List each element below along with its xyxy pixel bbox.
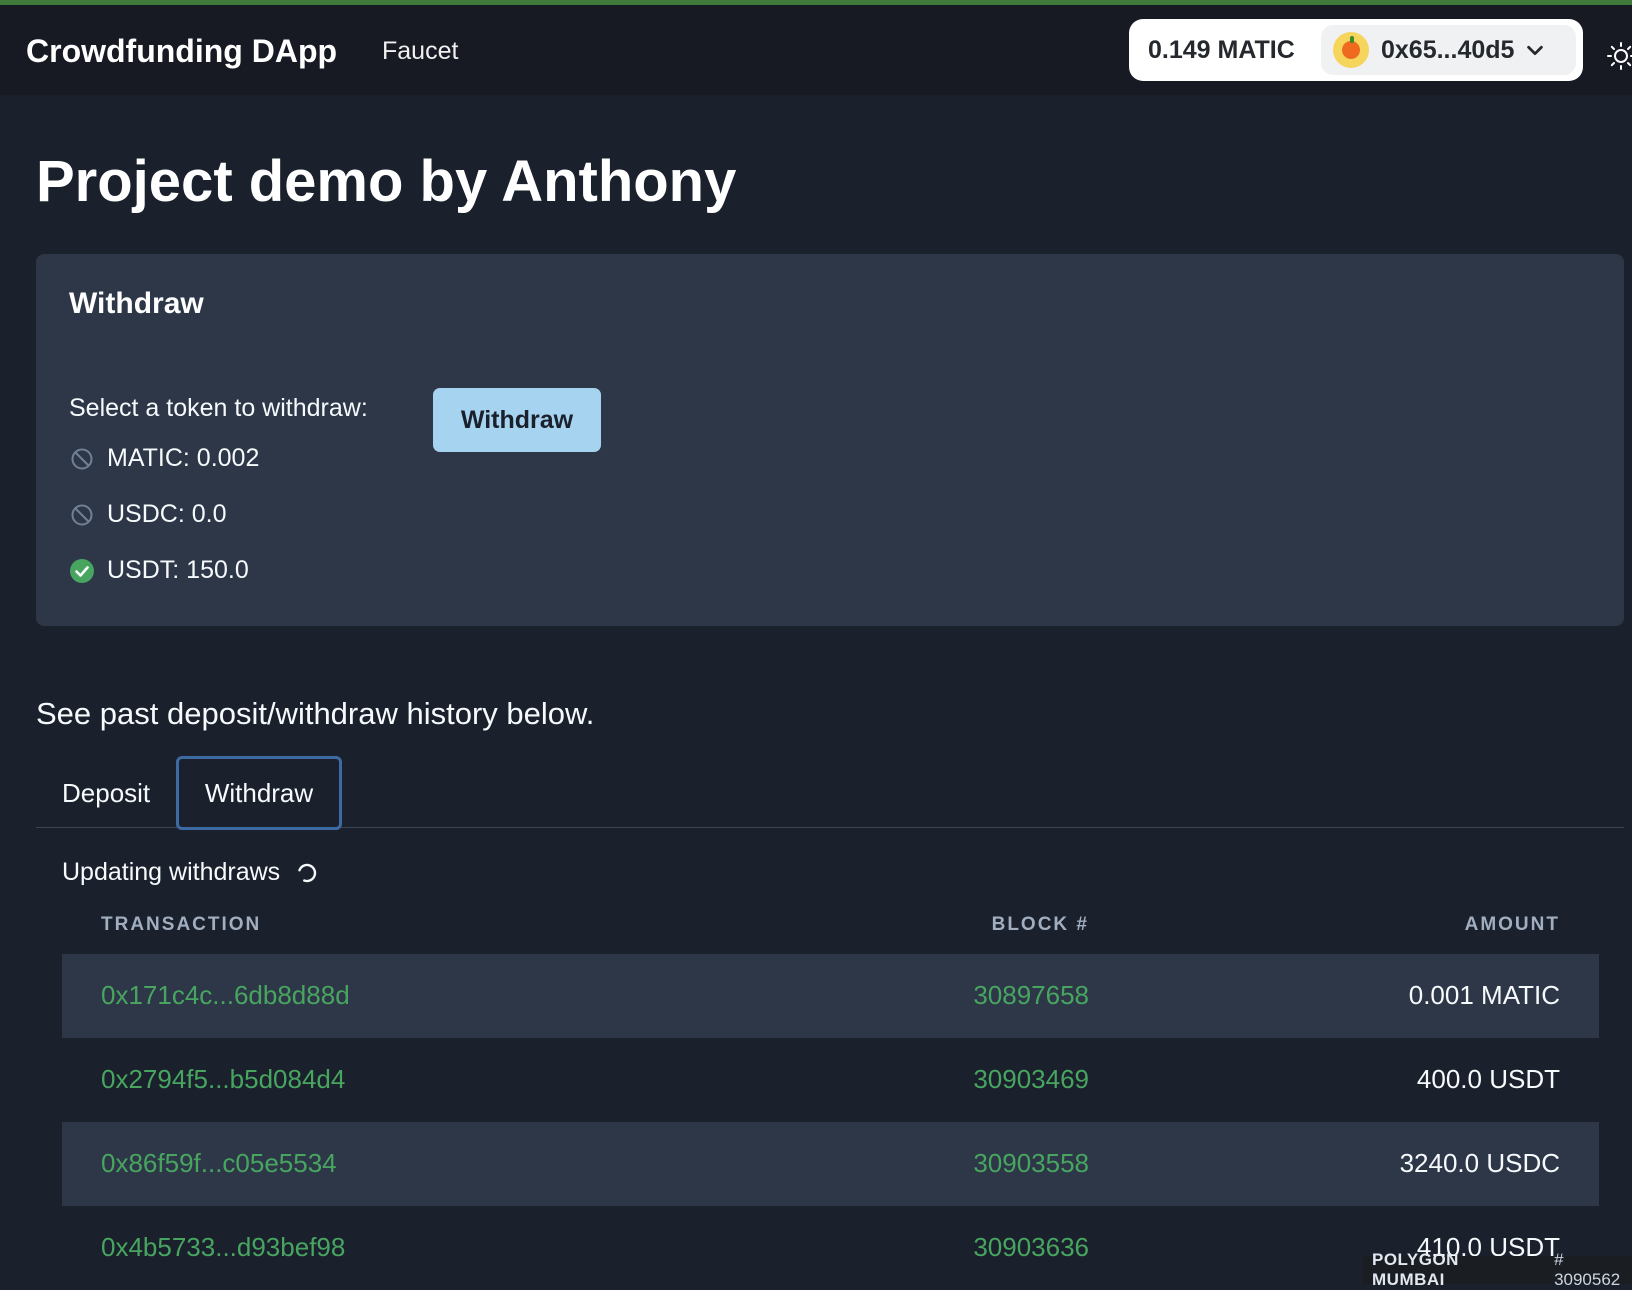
network-block-number: # 3090562 — [1554, 1250, 1621, 1289]
tab-withdraw[interactable]: Withdraw — [176, 756, 342, 830]
withdraw-card-title: Withdraw — [69, 287, 204, 320]
navbar: Crowdfunding DApp Faucet 0.149 MATIC 0x6… — [0, 5, 1632, 95]
table-row: 0x171c4c...6db8d88d 30897658 0.001 MATIC — [62, 954, 1599, 1038]
withdraw-button[interactable]: Withdraw — [433, 388, 601, 452]
history-tabs: Deposit Withdraw — [36, 756, 1624, 830]
transaction-link[interactable]: 0x2794f5...b5d084d4 — [101, 1064, 345, 1095]
history-note: See past deposit/withdraw history below. — [36, 696, 595, 731]
column-header-block: BLOCK # — [991, 914, 1089, 935]
transaction-link[interactable]: 0x4b5733...d93bef98 — [101, 1232, 345, 1263]
transaction-link[interactable]: 0x171c4c...6db8d88d — [101, 980, 350, 1011]
block-link[interactable]: 30903558 — [973, 1148, 1089, 1179]
avatar — [1333, 32, 1369, 68]
table-header: TRANSACTION BLOCK # AMOUNT — [62, 900, 1599, 954]
chevron-down-icon — [1527, 45, 1544, 56]
token-option-label: USDC: 0.0 — [107, 500, 227, 528]
token-option-usdt[interactable]: USDT: 150.0 — [69, 556, 249, 585]
wallet-account-button[interactable]: 0x65...40d5 — [1321, 25, 1576, 75]
amount-cell: 0.001 MATIC — [1408, 980, 1560, 1010]
disabled-icon — [71, 504, 93, 525]
disabled-icon — [71, 448, 93, 469]
updating-status-text: Updating withdraws — [62, 858, 281, 886]
sun-icon[interactable] — [1606, 41, 1632, 71]
token-option-label: MATIC: 0.002 — [107, 444, 260, 472]
wallet-address: 0x65...40d5 — [1381, 35, 1515, 64]
tab-deposit[interactable]: Deposit — [62, 758, 150, 828]
peach-icon — [1342, 36, 1360, 59]
history-table: TRANSACTION BLOCK # AMOUNT 0x171c4c...6d… — [62, 900, 1599, 1290]
network-badge: POLYGON MUMBAI # 3090562 — [1362, 1250, 1632, 1289]
brand-logo-text[interactable]: Crowdfunding DApp — [26, 33, 337, 70]
withdraw-card: Withdraw Select a token to withdraw: MAT… — [36, 254, 1624, 626]
wallet-connect-button[interactable]: 0.149 MATIC 0x65...40d5 — [1129, 19, 1583, 81]
column-header-transaction: TRANSACTION — [101, 914, 262, 935]
amount-cell: 400.0 USDT — [1416, 1064, 1560, 1094]
network-name: POLYGON MUMBAI — [1372, 1250, 1459, 1289]
token-option-usdc[interactable]: USDC: 0.0 — [69, 500, 226, 529]
amount-cell: 3240.0 USDC — [1399, 1148, 1560, 1178]
token-option-label: USDT: 150.0 — [107, 556, 249, 584]
table-row: 0x86f59f...c05e5534 30903558 3240.0 USDC — [62, 1122, 1599, 1206]
column-header-amount: AMOUNT — [1464, 914, 1560, 935]
spinner-icon — [298, 863, 317, 882]
block-link[interactable]: 30903636 — [973, 1232, 1089, 1263]
select-token-label: Select a token to withdraw: — [69, 394, 368, 422]
check-circle-icon — [70, 558, 94, 583]
table-row: 0x2794f5...b5d084d4 30903469 400.0 USDT — [62, 1038, 1599, 1122]
block-link[interactable]: 30897658 — [973, 980, 1089, 1011]
nav-link-faucet[interactable]: Faucet — [382, 37, 458, 66]
wallet-balance: 0.149 MATIC — [1148, 35, 1295, 64]
token-option-matic[interactable]: MATIC: 0.002 — [69, 444, 259, 473]
page-title: Project demo by Anthony — [36, 149, 737, 214]
transaction-link[interactable]: 0x86f59f...c05e5534 — [101, 1148, 337, 1179]
updating-status: Updating withdraws — [62, 858, 320, 887]
block-link[interactable]: 30903469 — [973, 1064, 1089, 1095]
